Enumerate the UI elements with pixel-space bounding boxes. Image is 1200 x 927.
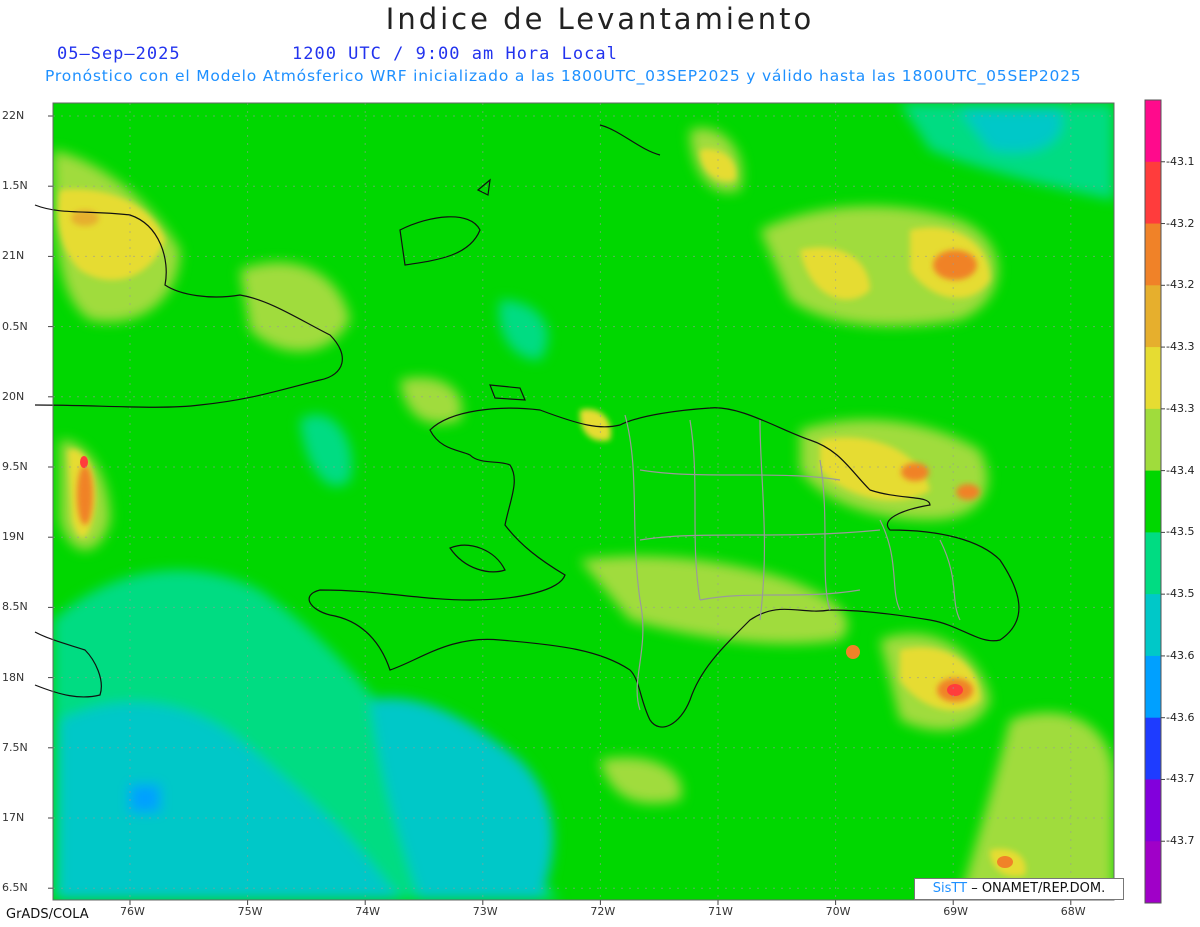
- shaded-field: [53, 103, 1114, 900]
- colorbar-label: -43.3: [1166, 340, 1195, 354]
- colorbar-segment: [1145, 161, 1161, 225]
- sistt-logo-text: SisTT: [932, 881, 968, 896]
- lat-label: 0.5N: [2, 319, 28, 333]
- colorbar-label: -43.5: [1166, 525, 1195, 539]
- lat-label: 19N: [2, 530, 25, 544]
- colorbar-segment: [1145, 100, 1161, 163]
- lat-label: 21N: [2, 249, 25, 263]
- colorbar-segment: [1145, 717, 1161, 780]
- colorbar-segment: [1145, 594, 1161, 657]
- watermark-text: – ONAMET/REP.DOM.: [967, 881, 1106, 896]
- colorbar-label: -43.7: [1166, 772, 1195, 786]
- colorbar-label: -43.4: [1166, 463, 1195, 477]
- lat-label: 20N: [2, 389, 25, 403]
- lon-label: 75W: [237, 905, 263, 918]
- colorbar-segment: [1145, 285, 1161, 348]
- colorbar-segment: [1145, 470, 1161, 533]
- lifted-index-map: [34, 99, 1165, 905]
- lat-label: 9.5N: [2, 460, 28, 473]
- colorbar-segment: [1145, 532, 1161, 595]
- lat-label: 18N: [2, 670, 25, 684]
- colorbar-label: -43.5: [1166, 587, 1195, 601]
- lon-label: 71W: [708, 905, 733, 918]
- lat-label: 8.5N: [2, 600, 28, 614]
- lat-label: 6.5N: [2, 881, 28, 895]
- colorbar-segment: [1145, 408, 1161, 472]
- colorbar-label: -43.2: [1166, 216, 1195, 230]
- colorbar: [1144, 99, 1165, 904]
- lon-label: 69W: [943, 905, 969, 918]
- software-credit: GrADS/COLA: [6, 907, 89, 922]
- colorbar-label: -43.1: [1166, 154, 1195, 168]
- source-watermark: SisTT – ONAMET/REP.DOM.: [914, 878, 1124, 900]
- lon-label: 70W: [825, 905, 851, 918]
- colorbar-label: -43.6: [1166, 648, 1195, 662]
- lon-label: 74W: [355, 905, 381, 918]
- lat-label: 22N: [2, 109, 25, 122]
- lat-label: 7.5N: [2, 740, 28, 754]
- colorbar-label: -43.3: [1166, 401, 1195, 415]
- lat-label: 17N: [2, 811, 25, 824]
- colorbar-label: -43.2: [1166, 278, 1195, 292]
- colorbar-segment: [1145, 223, 1161, 286]
- colorbar-segment: [1145, 841, 1161, 904]
- lon-label: 68W: [1060, 905, 1086, 918]
- colorbar-label: -43.6: [1166, 710, 1195, 724]
- colorbar-segment: [1145, 779, 1161, 842]
- colorbar-label: -43.7: [1166, 834, 1195, 848]
- lon-label: 72W: [590, 905, 616, 918]
- lon-label: 76W: [120, 905, 145, 918]
- lon-label: 73W: [472, 905, 498, 918]
- lat-label: 1.5N: [2, 179, 28, 193]
- colorbar-segment: [1145, 655, 1161, 719]
- colorbar-segment: [1145, 347, 1161, 410]
